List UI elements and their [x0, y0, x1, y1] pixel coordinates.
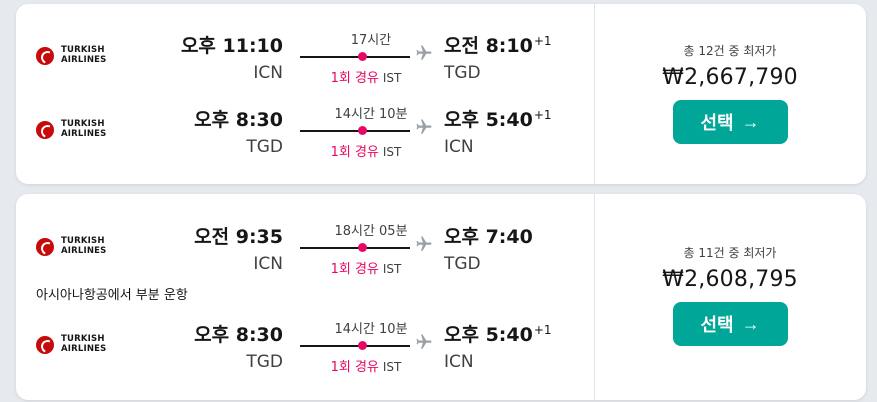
- arrival-airport-code: ICN: [444, 137, 474, 157]
- stop-info: 1회 경유 IST: [306, 356, 426, 375]
- departure-time: 오후 8:30: [194, 324, 283, 346]
- route-line: [300, 56, 410, 58]
- arrival-time: 오전 8:10+1: [444, 31, 552, 58]
- stop-dot: [358, 126, 367, 135]
- airline-name-line2: AIRLINES: [61, 245, 107, 256]
- arrival-time-text: 오후 7:40: [444, 226, 533, 248]
- arrival-time: 오후 5:40+1: [444, 105, 552, 132]
- outbound-leg: TURKISH AIRLINES 오전 9:35 ICN 18시간 05분 1회…: [16, 222, 594, 288]
- return-leg: TURKISH AIRLINES 오후 8:30 TGD 14시간 10분 1회…: [16, 105, 594, 171]
- stop-info: 1회 경유 IST: [306, 141, 426, 160]
- route-line: [300, 130, 410, 132]
- arrival-time-text: 오후 5:40: [444, 109, 533, 131]
- price-panel: 총 12건 중 최저가 ₩2,667,790 선택 →: [594, 42, 866, 144]
- price-label: 총 12건 중 최저가: [683, 44, 777, 58]
- airline-logo: TURKISH AIRLINES: [36, 117, 136, 141]
- arrow-right-icon: →: [741, 111, 760, 132]
- day-offset: +1: [533, 34, 552, 48]
- arrow-right-icon: →: [741, 313, 760, 334]
- arrival-time-text: 오후 5:40: [444, 324, 533, 346]
- stop-count: 1회 경유: [330, 360, 379, 375]
- departure-airport-code: ICN: [253, 63, 283, 83]
- departure-time: 오전 9:35: [194, 226, 283, 248]
- plane-icon: [416, 236, 432, 251]
- stop-airport: IST: [382, 360, 402, 374]
- arrival-airport-code: TGD: [444, 254, 481, 274]
- departure-airport-code: TGD: [246, 137, 283, 157]
- stop-dot: [358, 243, 367, 252]
- route-line: [300, 345, 410, 347]
- plane-icon: [416, 119, 432, 134]
- arrival-time: 오후 5:40+1: [444, 320, 552, 347]
- turkish-airlines-logo-icon: [36, 238, 54, 256]
- stop-count: 1회 경유: [330, 145, 379, 160]
- flight-duration: 14시간 10분: [334, 322, 408, 337]
- select-button-label: 선택: [700, 113, 734, 133]
- stop-info: 1회 경유 IST: [306, 258, 426, 277]
- stop-dot: [358, 52, 367, 61]
- departure-time: 오후 11:10: [180, 35, 283, 57]
- departure-airport-code: ICN: [253, 254, 283, 274]
- arrival-airport-code: ICN: [444, 352, 474, 372]
- flight-duration: 18시간 05분: [334, 224, 408, 239]
- turkish-airlines-logo-icon: [36, 47, 54, 65]
- airline-name-line2: AIRLINES: [61, 343, 107, 354]
- flight-result-card[interactable]: TURKISH AIRLINES 오후 11:10 ICN 17시간 1회 경유…: [16, 4, 866, 184]
- stop-airport: IST: [382, 71, 402, 85]
- flight-duration: 17시간: [350, 33, 392, 48]
- arrival-airport-code: TGD: [444, 63, 481, 83]
- arrival-time: 오후 7:40: [444, 222, 534, 249]
- airline-name-line2: AIRLINES: [61, 54, 107, 65]
- select-button[interactable]: 선택 →: [672, 302, 788, 346]
- airline-name-line2: AIRLINES: [61, 128, 107, 139]
- plane-icon: [416, 334, 432, 349]
- stop-airport: IST: [382, 145, 402, 159]
- stop-dot: [358, 341, 367, 350]
- stop-airport: IST: [382, 262, 402, 276]
- operated-by-note: 아시아나항공에서 부분 운항: [36, 288, 188, 303]
- departure-time: 오후 8:30: [194, 109, 283, 131]
- airline-logo: TURKISH AIRLINES: [36, 332, 136, 356]
- stop-count: 1회 경유: [330, 71, 379, 86]
- airline-logo: TURKISH AIRLINES: [36, 234, 136, 258]
- plane-icon: [416, 45, 432, 60]
- airline-logo: TURKISH AIRLINES: [36, 43, 136, 67]
- stop-count: 1회 경유: [330, 262, 379, 277]
- select-button-label: 선택: [700, 315, 734, 335]
- price-panel: 총 11건 중 최저가 ₩2,608,795 선택 →: [594, 244, 866, 346]
- price-label: 총 11건 중 최저가: [683, 246, 777, 260]
- outbound-leg: TURKISH AIRLINES 오후 11:10 ICN 17시간 1회 경유…: [16, 31, 594, 97]
- day-offset: +1: [533, 323, 552, 337]
- departure-airport-code: TGD: [246, 352, 283, 372]
- price-value: ₩2,667,790: [662, 65, 798, 90]
- route-line: [300, 247, 410, 249]
- flight-result-card[interactable]: TURKISH AIRLINES 오전 9:35 ICN 18시간 05분 1회…: [16, 194, 866, 400]
- arrival-time-text: 오전 8:10: [444, 35, 533, 57]
- turkish-airlines-logo-icon: [36, 121, 54, 139]
- price-value: ₩2,608,795: [662, 267, 798, 292]
- day-offset: +1: [533, 108, 552, 122]
- turkish-airlines-logo-icon: [36, 336, 54, 354]
- flight-duration: 14시간 10분: [334, 107, 408, 122]
- select-button[interactable]: 선택 →: [672, 100, 788, 144]
- return-leg: TURKISH AIRLINES 오후 8:30 TGD 14시간 10분 1회…: [16, 320, 594, 386]
- stop-info: 1회 경유 IST: [306, 67, 426, 86]
